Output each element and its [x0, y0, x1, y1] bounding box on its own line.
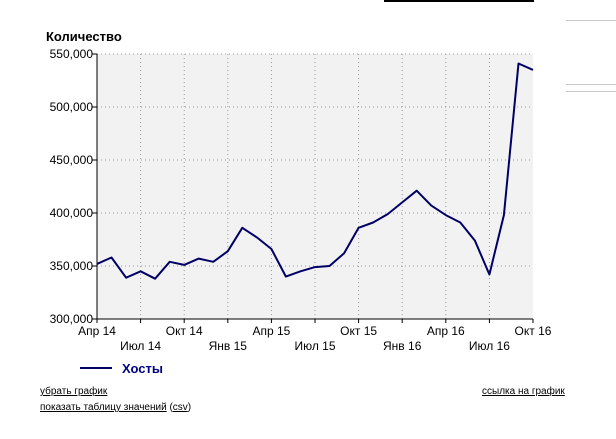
y-tick-label: 550,000: [50, 47, 94, 61]
x-tick-label: Апр 16: [427, 324, 465, 338]
show-table-link[interactable]: показать таблицу значений: [40, 402, 167, 413]
x-tick-label: Янв 15: [209, 339, 248, 353]
x-tick-label: Июл 15: [294, 339, 335, 353]
y-tick-label: 350,000: [50, 259, 94, 273]
y-tick-label: 400,000: [50, 206, 94, 220]
line-chart: 300,000350,000400,000450,000500,000550,0…: [50, 47, 552, 353]
csv-close-paren: ): [187, 402, 192, 413]
y-tick-label: 450,000: [50, 153, 94, 167]
x-tick-label: Июл 16: [469, 339, 510, 353]
x-tick-label: Апр 14: [78, 324, 116, 338]
legend-line-swatch: [80, 367, 112, 369]
show-table-line: показать таблицу значений (csv): [40, 402, 191, 413]
x-tick-label: Окт 16: [515, 324, 552, 338]
x-tick-label: Июл 14: [120, 339, 161, 353]
remove-chart-link[interactable]: убрать график: [40, 386, 107, 397]
legend-label: Хосты: [122, 360, 163, 376]
x-tick-label: Апр 15: [252, 324, 290, 338]
y-tick-label: 500,000: [50, 100, 94, 114]
chart-legend: Хосты: [80, 359, 163, 377]
x-tick-label: Окт 15: [340, 324, 377, 338]
csv-link[interactable]: csv: [173, 402, 188, 413]
x-tick-label: Окт 14: [166, 324, 203, 338]
chart-link[interactable]: ссылка на график: [482, 386, 565, 397]
x-tick-label: Янв 16: [383, 339, 422, 353]
